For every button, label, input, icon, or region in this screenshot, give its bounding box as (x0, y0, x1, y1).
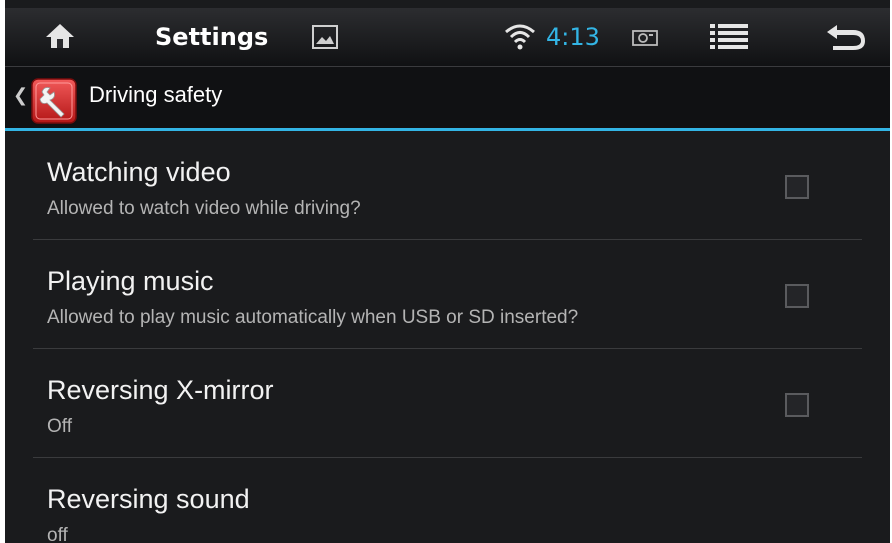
clock: 4:13 (546, 23, 600, 51)
camera-icon[interactable] (630, 22, 660, 52)
settings-list: Watching video Allowed to watch video wh… (5, 131, 890, 543)
gallery-icon[interactable] (310, 22, 340, 52)
status-bar: Settings 4:13 (5, 8, 890, 67)
back-icon[interactable] (820, 18, 870, 54)
setting-reversing-x-mirror[interactable]: Reversing X-mirror Off (5, 349, 890, 458)
home-icon[interactable] (40, 16, 80, 56)
page-title: Driving safety (89, 82, 223, 107)
wrench-settings-icon[interactable] (31, 78, 77, 124)
setting-summary: Allowed to watch video while driving? (47, 198, 361, 219)
setting-playing-music[interactable]: Playing music Allowed to play music auto… (5, 240, 890, 349)
setting-summary: off (47, 525, 68, 543)
setting-title: Watching video (47, 157, 231, 187)
status-title: Settings (155, 23, 269, 51)
watching-video-checkbox[interactable] (785, 175, 809, 199)
reversing-x-mirror-checkbox[interactable] (785, 393, 809, 417)
action-bar: ❮ Driving safety (5, 67, 890, 128)
wifi-icon (500, 18, 540, 54)
menu-icon[interactable] (705, 18, 755, 54)
setting-title: Reversing X-mirror (47, 375, 274, 405)
setting-reversing-sound[interactable]: Reversing sound off (5, 458, 890, 543)
setting-title: Reversing sound (47, 484, 250, 514)
setting-watching-video[interactable]: Watching video Allowed to watch video wh… (5, 131, 890, 240)
screen: Settings 4:13 ❮ Driving safety Watching … (5, 0, 890, 543)
playing-music-checkbox[interactable] (785, 284, 809, 308)
setting-title: Playing music (47, 266, 214, 296)
setting-summary: Off (47, 416, 72, 437)
setting-summary: Allowed to play music automatically when… (47, 307, 579, 328)
chevron-left-icon[interactable]: ❮ (13, 85, 28, 106)
